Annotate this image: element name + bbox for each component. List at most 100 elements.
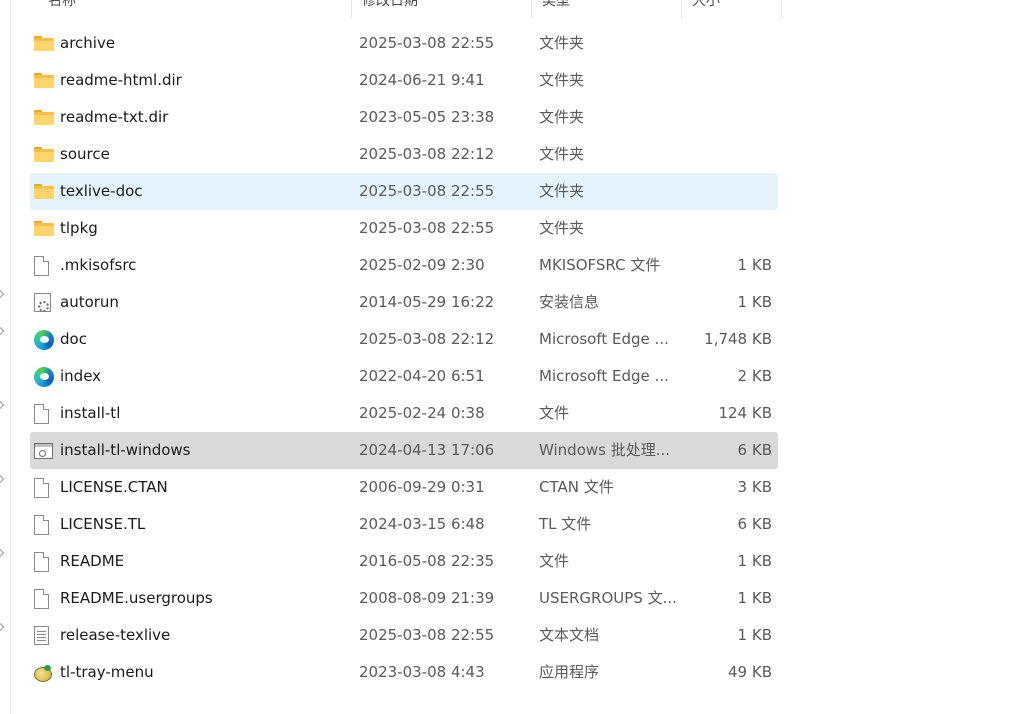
file-modified-date: 2025-03-08 22:12 [359, 145, 495, 163]
file-size: 124 KB [718, 404, 772, 422]
file-row[interactable]: autorun 2014-05-29 16:22 安装信息 1 KB [30, 284, 778, 321]
file-type: 文件夹 [539, 71, 585, 89]
file-size [672, 173, 772, 210]
file-size: 3 KB [737, 478, 772, 496]
file-name[interactable]: tlpkg [60, 210, 350, 247]
file-name[interactable]: LICENSE.CTAN [60, 469, 350, 506]
file-modified-date: 2023-05-05 23:38 [359, 108, 495, 126]
file-row[interactable]: README.usergroups 2008-08-09 21:39 USERGRO… [30, 580, 778, 617]
file-row[interactable]: README 2016-05-08 22:35 文件 1 KB [30, 543, 778, 580]
file-row[interactable]: .mkisofsrc 2025-02-09 2:30 MKISOFSRC 文件 1 K… [30, 247, 778, 284]
folder-icon [34, 110, 54, 125]
chevron-right-icon[interactable] [0, 290, 4, 298]
chevron-right-icon[interactable] [0, 623, 4, 631]
file-row[interactable]: source 2025-03-08 22:12 文件夹 [30, 136, 778, 173]
column-header-date[interactable]: 修改日期 [352, 0, 532, 18]
file-name[interactable]: install-tl [60, 395, 350, 432]
file-size [672, 210, 772, 247]
file-icon-cell [34, 173, 56, 210]
file-type: 文件夹 [539, 219, 585, 237]
file-row[interactable]: tl-tray-menu 2023-03-08 4:43 应用程序 49 KB [30, 654, 778, 691]
file-name[interactable]: readme-html.dir [60, 62, 350, 99]
file-size: 1 KB [737, 626, 772, 644]
file-icon-cell [34, 580, 56, 617]
file-row[interactable]: readme-html.dir 2024-06-21 9:41 文件夹 [30, 62, 778, 99]
file-size: 1 KB [737, 589, 772, 607]
file-size [672, 25, 772, 62]
chevron-right-icon[interactable] [0, 549, 4, 557]
file-icon-cell [34, 99, 56, 136]
file-name[interactable]: source [60, 136, 350, 173]
chevron-right-icon[interactable] [0, 327, 4, 335]
file-type: Microsoft Edge ... [539, 367, 669, 385]
file-name[interactable]: LICENSE.TL [60, 506, 350, 543]
file-modified-date: 2006-09-29 0:31 [359, 478, 485, 496]
file-type: 文件夹 [539, 108, 585, 126]
file-icon-cell [34, 469, 56, 506]
column-header-type[interactable]: 类型 [532, 0, 682, 18]
file-row[interactable]: LICENSE.TL 2024-03-15 6:48 TL 文件 6 KB [30, 506, 778, 543]
file-name[interactable]: autorun [60, 284, 350, 321]
config-icon [34, 293, 51, 312]
chevron-right-icon[interactable] [0, 475, 4, 483]
file-name[interactable]: archive [60, 25, 350, 62]
file-modified-date: 2023-03-08 4:43 [359, 663, 485, 681]
file-row[interactable]: release-texlive 2025-03-08 22:55 文本文档 1 KB [30, 617, 778, 654]
file-name[interactable]: release-texlive [60, 617, 350, 654]
file-type: 安装信息 [539, 293, 600, 311]
file-name[interactable]: texlive-doc [60, 173, 350, 210]
file-type: Windows 批处理... [539, 441, 671, 459]
file-modified-date: 2025-03-08 22:55 [359, 182, 495, 200]
file-name[interactable]: doc [60, 321, 350, 358]
file-size: 1 KB [737, 256, 772, 274]
file-size [672, 136, 772, 173]
file-row[interactable]: install-tl-windows 2024-04-13 17:06 Window… [30, 432, 778, 469]
file-icon [34, 477, 49, 498]
file-modified-date: 2025-02-24 0:38 [359, 404, 485, 422]
file-icon-cell [34, 247, 56, 284]
folder-icon [34, 73, 54, 88]
file-icon-cell [34, 62, 56, 99]
file-row[interactable]: LICENSE.CTAN 2006-09-29 0:31 CTAN 文件 3 KB [30, 469, 778, 506]
file-icon-cell [34, 210, 56, 247]
column-header-name[interactable]: 名称 [30, 0, 352, 18]
file-row[interactable]: tlpkg 2025-03-08 22:55 文件夹 [30, 210, 778, 247]
file-modified-date: 2025-02-09 2:30 [359, 256, 485, 274]
column-header-bar: 名称 修改日期 类型 大小 [30, 0, 782, 18]
file-name[interactable]: readme-txt.dir [60, 99, 350, 136]
app-icon [34, 664, 52, 682]
file-icon-cell [34, 432, 56, 469]
file-icon-cell [34, 25, 56, 62]
file-name[interactable]: index [60, 358, 350, 395]
file-name[interactable]: README.usergroups [60, 580, 350, 617]
file-size: 1 KB [737, 552, 772, 570]
folder-icon [34, 221, 54, 236]
file-row[interactable]: doc 2025-03-08 22:12 Microsoft Edge ... 1,7… [30, 321, 778, 358]
column-header-size[interactable]: 大小 [682, 0, 782, 18]
file-name[interactable]: install-tl-windows [60, 432, 350, 469]
file-row[interactable]: install-tl 2025-02-24 0:38 文件 124 KB [30, 395, 778, 432]
file-name[interactable]: tl-tray-menu [60, 654, 350, 691]
file-name[interactable]: .mkisofsrc [60, 247, 350, 284]
file-icon [34, 403, 49, 424]
file-icon-cell [34, 358, 56, 395]
file-row[interactable]: archive 2025-03-08 22:55 文件夹 [30, 25, 778, 62]
navigation-pane-edge [0, 0, 11, 714]
file-type: 文本文档 [539, 626, 600, 644]
file-row[interactable]: texlive-doc 2025-03-08 22:55 文件夹 [30, 173, 778, 210]
folder-icon [34, 184, 54, 199]
file-icon [34, 588, 49, 609]
file-type: Microsoft Edge ... [539, 330, 669, 348]
file-size: 6 KB [737, 441, 772, 459]
file-row[interactable]: index 2022-04-20 6:51 Microsoft Edge ... 2 … [30, 358, 778, 395]
chevron-right-icon[interactable] [0, 401, 4, 409]
file-name[interactable]: README [60, 543, 350, 580]
file-type: 文件夹 [539, 182, 585, 200]
file-modified-date: 2024-03-15 6:48 [359, 515, 485, 533]
edge-icon [34, 329, 54, 350]
file-icon [34, 551, 49, 572]
file-type: CTAN 文件 [539, 478, 614, 496]
file-row[interactable]: readme-txt.dir 2023-05-05 23:38 文件夹 [30, 99, 778, 136]
file-modified-date: 2022-04-20 6:51 [359, 367, 485, 385]
file-size: 1 KB [737, 293, 772, 311]
